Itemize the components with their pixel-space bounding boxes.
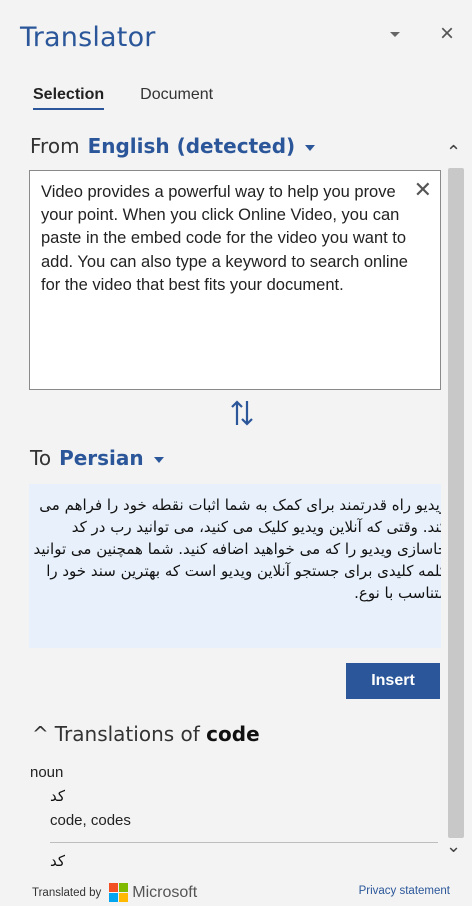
scroll-down-icon[interactable]: ⌄ (446, 836, 461, 857)
translations-heading-prefix: Translations of (54, 722, 200, 746)
to-language-row: To Persian (30, 446, 164, 470)
chevron-up-icon[interactable]: ^ (32, 722, 49, 746)
translation-output-box: ویدیو راه قدرتمند برای کمک به شما اثبات … (29, 484, 441, 648)
pane-title: Translator (20, 22, 156, 53)
microsoft-logo-icon (109, 883, 129, 902)
source-text[interactable]: Video provides a powerful way to help yo… (41, 181, 411, 297)
swap-languages-icon[interactable] (222, 398, 262, 428)
part-of-speech: noun (30, 764, 64, 781)
task-pane-options-icon[interactable] (388, 28, 402, 42)
divider (50, 842, 438, 843)
attribution: Translated by Microsoft (32, 883, 197, 902)
from-language-row: From English (detected) (30, 134, 316, 158)
vertical-scrollbar-thumb[interactable] (448, 168, 464, 838)
privacy-statement-link[interactable]: Privacy statement (359, 885, 450, 897)
tab-selection[interactable]: Selection (33, 86, 105, 110)
translation-word[interactable]: کد (50, 852, 65, 870)
to-language-dropdown[interactable]: Persian (59, 446, 144, 470)
tab-document[interactable]: Document (140, 86, 213, 110)
insert-button[interactable]: Insert (346, 663, 440, 699)
chevron-down-icon[interactable] (305, 144, 316, 151)
translated-by-label: Translated by (32, 886, 102, 899)
translation-synonyms: code, codes (50, 812, 131, 829)
source-text-box[interactable]: Video provides a powerful way to help yo… (29, 170, 441, 390)
microsoft-brand: Microsoft (132, 883, 198, 901)
translations-term: code (206, 722, 260, 746)
translation-word[interactable]: کد (50, 787, 65, 805)
clear-icon[interactable]: ✕ (414, 179, 432, 201)
translations-heading[interactable]: ^ Translations of code (32, 722, 260, 746)
chevron-down-icon[interactable] (153, 456, 164, 463)
scroll-up-icon[interactable]: ⌃ (446, 142, 461, 163)
close-icon[interactable]: × (440, 22, 454, 46)
translation-text: ویدیو راه قدرتمند برای کمک به شما اثبات … (33, 496, 441, 602)
translator-pane: Translator × Selection Document From Engl… (0, 0, 472, 906)
from-language-dropdown[interactable]: English (detected) (88, 134, 296, 158)
from-label: From (30, 134, 80, 158)
to-label: To (30, 446, 52, 470)
mode-tabs: Selection Document (33, 86, 213, 110)
